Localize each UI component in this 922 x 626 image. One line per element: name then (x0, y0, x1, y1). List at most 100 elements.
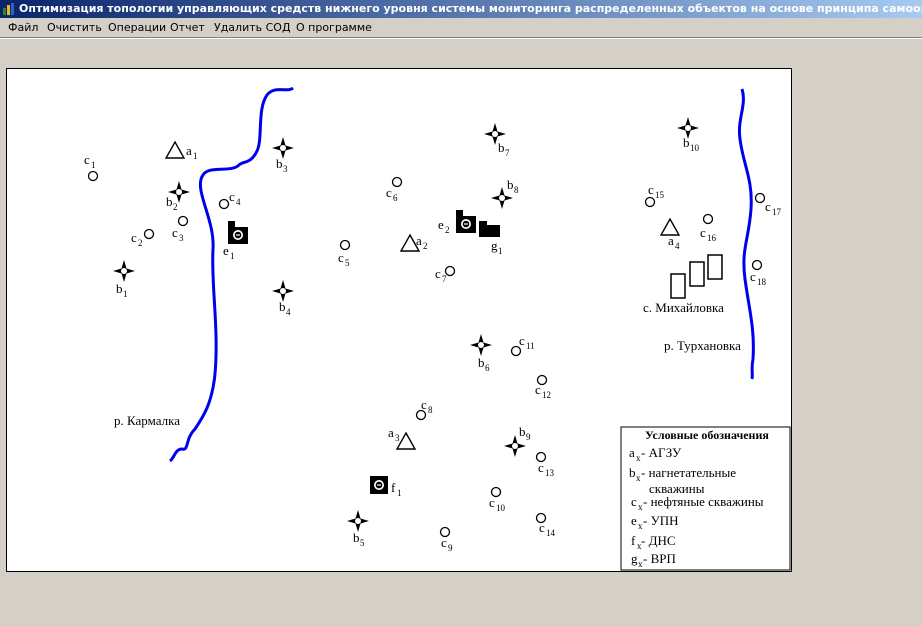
svg-text:b: b (629, 465, 636, 480)
map-canvas[interactable]: р. Кармалка р. Турхановка с. Михайловка … (6, 68, 792, 572)
oil-well-c1[interactable]: c 1 (84, 152, 99, 182)
oil-well-c6[interactable]: c 6 (386, 176, 403, 204)
svg-text:c: c (631, 494, 637, 509)
menu-delete-sod[interactable]: Удалить СОД (214, 18, 291, 37)
svg-text:f: f (631, 533, 636, 548)
svg-text:6: 6 (393, 193, 398, 203)
svg-text:3: 3 (283, 164, 288, 174)
svg-text:4: 4 (286, 307, 291, 317)
oil-well-c4[interactable]: c 4 (218, 189, 242, 210)
injection-well-b8[interactable]: b 8 (491, 177, 519, 209)
menu-separator-highlight (0, 38, 922, 39)
svg-text:18: 18 (757, 277, 767, 287)
oil-well-c15[interactable]: c 15 (644, 182, 665, 208)
oil-well-c9[interactable]: c 9 (439, 526, 454, 554)
oil-well-c2[interactable]: c 2 (131, 228, 155, 249)
svg-text:3: 3 (395, 433, 400, 443)
dns-f1[interactable]: f 1 (369, 475, 402, 498)
svg-text:1: 1 (230, 251, 235, 261)
svg-text:c: c (386, 185, 392, 200)
injection-well-b5[interactable]: b 5 (347, 510, 369, 548)
svg-text:16: 16 (707, 233, 717, 243)
svg-text:8: 8 (428, 405, 433, 415)
svg-text:g: g (491, 238, 498, 253)
oil-well-c17[interactable]: c 17 (754, 192, 782, 218)
injection-well-b7[interactable]: b 7 (484, 123, 510, 158)
village-buildings (670, 254, 723, 299)
svg-text:b: b (507, 177, 514, 192)
svg-text:1: 1 (123, 289, 128, 299)
svg-text:c: c (489, 495, 495, 510)
svg-text:f: f (391, 480, 396, 495)
oil-well-c13[interactable]: c 13 (535, 451, 555, 479)
vrp-g1[interactable]: g 1 (479, 221, 503, 256)
svg-text:b: b (519, 424, 526, 439)
injection-well-b3[interactable]: b 3 (272, 137, 294, 174)
svg-text:17: 17 (772, 207, 782, 217)
svg-text:a: a (416, 233, 422, 248)
app-icon (3, 3, 14, 15)
injection-well-b1[interactable]: b 1 (113, 260, 135, 299)
svg-text:- ДНС: - ДНС (641, 533, 676, 548)
svg-text:e: e (631, 513, 637, 528)
svg-text:7: 7 (505, 148, 510, 158)
legend: Условные обозначения a x - АГЗУ b x - на… (620, 426, 791, 571)
svg-text:c: c (750, 269, 756, 284)
oil-well-c12[interactable]: c 12 (535, 374, 551, 401)
menu-about[interactable]: О программе (296, 18, 372, 37)
upn-e2[interactable]: e 2 (438, 209, 477, 235)
oil-well-c5[interactable]: c 5 (338, 239, 351, 269)
svg-text:14: 14 (546, 528, 556, 538)
svg-text:- УПН: - УПН (643, 513, 679, 528)
svg-text:11: 11 (526, 341, 535, 351)
menu-operations[interactable]: Операции (108, 18, 166, 37)
injection-well-b2[interactable]: b 2 (166, 181, 190, 212)
oil-well-c7[interactable]: c 7 (435, 265, 456, 284)
svg-text:2: 2 (445, 225, 450, 235)
svg-text:c: c (519, 333, 525, 348)
agzu-a2[interactable]: a 2 (400, 233, 428, 252)
svg-text:b: b (478, 355, 485, 370)
svg-text:4: 4 (236, 197, 241, 207)
svg-text:c: c (441, 535, 447, 550)
agzu-a3[interactable]: a 3 (388, 425, 416, 450)
svg-text:9: 9 (526, 432, 531, 442)
svg-text:g: g (631, 551, 638, 566)
injection-well-b6[interactable]: b 6 (470, 334, 492, 373)
injection-well-b9[interactable]: b 9 (504, 424, 531, 457)
oil-well-c10[interactable]: c 10 (489, 486, 506, 514)
oil-well-c16[interactable]: c 16 (700, 213, 717, 244)
title-bar[interactable]: Оптимизация топологии управляющих средст… (0, 0, 922, 18)
svg-text:10: 10 (496, 503, 506, 513)
svg-text:c: c (172, 225, 178, 240)
upn-e1[interactable]: e 1 (223, 220, 249, 261)
svg-text:5: 5 (360, 538, 365, 548)
oil-well-c11[interactable]: c 11 (510, 333, 535, 357)
svg-text:13: 13 (545, 468, 555, 478)
svg-text:c: c (765, 199, 771, 214)
menu-clear[interactable]: Очистить (47, 18, 102, 37)
oil-well-c14[interactable]: c 14 (535, 512, 556, 539)
svg-text:c: c (84, 152, 90, 167)
svg-text:7: 7 (442, 274, 447, 284)
menu-file[interactable]: Файл (8, 18, 38, 37)
label-river-karmalka: р. Кармалка (114, 413, 180, 428)
svg-text:e: e (438, 217, 444, 232)
svg-text:a: a (186, 143, 192, 158)
svg-text:- нефтяные скважины: - нефтяные скважины (643, 494, 764, 509)
menu-report[interactable]: Отчет (170, 18, 205, 37)
oil-well-c3[interactable]: c 3 (172, 215, 189, 244)
svg-text:b: b (279, 299, 286, 314)
oil-well-c8[interactable]: c 8 (415, 397, 434, 421)
agzu-a4[interactable]: a 4 (660, 218, 680, 251)
svg-text:b: b (166, 194, 173, 209)
injection-well-b4[interactable]: b 4 (272, 280, 294, 317)
agzu-a1[interactable]: a 1 (165, 141, 198, 161)
injection-well-b10[interactable]: b 10 (677, 117, 700, 153)
river-turkhanovka (737, 88, 755, 380)
oil-well-c18[interactable]: c 18 (750, 259, 767, 288)
svg-text:12: 12 (542, 390, 551, 400)
svg-text:- нагнетательные: - нагнетательные (641, 465, 736, 480)
svg-text:6: 6 (485, 363, 490, 373)
svg-text:c: c (535, 382, 541, 397)
